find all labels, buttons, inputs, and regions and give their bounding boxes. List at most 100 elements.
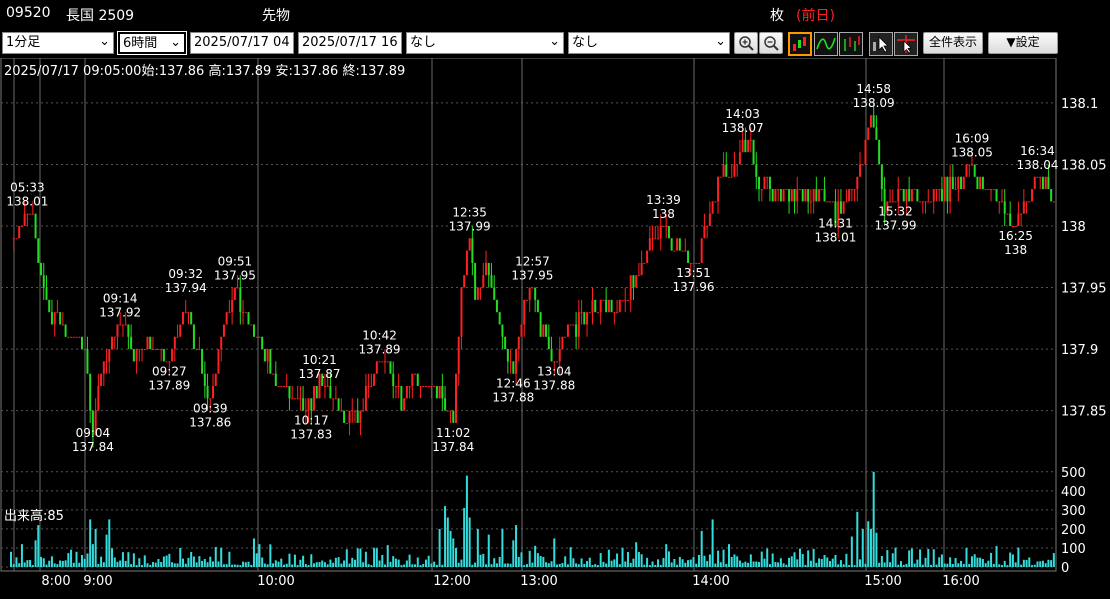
zoom-in-button[interactable] <box>734 32 758 54</box>
candle-body <box>414 373 417 375</box>
volume-bar <box>588 557 591 567</box>
candle-body <box>392 373 395 386</box>
volume-bar <box>228 551 231 567</box>
volume-bar <box>105 534 108 567</box>
volume-bar <box>242 561 245 567</box>
volume-bar <box>471 564 474 567</box>
full-view-button[interactable]: 全件表示 <box>923 32 983 54</box>
volume-bar <box>910 548 913 567</box>
time-tick-label: 14:00 <box>692 574 729 589</box>
volume-bar <box>951 563 954 567</box>
annotation-price: 137.86 <box>189 415 231 429</box>
cursor-tool-button[interactable] <box>869 32 893 56</box>
volume-bar <box>495 563 498 567</box>
annotation-time: 14:31 <box>818 217 853 231</box>
candle-body <box>435 386 438 399</box>
candle-body <box>869 115 872 128</box>
volume-bar <box>790 556 793 567</box>
candle-body <box>708 213 711 226</box>
candle-body <box>889 201 892 203</box>
volume-bar <box>460 559 463 567</box>
candlestick-mode-button[interactable] <box>788 32 812 56</box>
volume-bar <box>1017 547 1020 567</box>
candle-body <box>768 176 771 190</box>
volume-bar <box>351 557 354 567</box>
candle-body <box>621 299 624 301</box>
volume-bar <box>454 547 457 567</box>
bar-mode-button[interactable] <box>839 32 863 56</box>
volume-bar <box>233 564 236 567</box>
candle-body <box>722 164 725 177</box>
volume-bar <box>779 558 782 567</box>
candle-body <box>1006 213 1009 215</box>
candle-body <box>779 189 782 202</box>
annotation-price: 137.88 <box>492 391 534 405</box>
candle-body <box>678 238 681 251</box>
annotation-price: 138.05 <box>951 145 993 159</box>
volume-bar <box>1050 560 1053 567</box>
price-chart[interactable]: 05:33138.0109:04137.8409:14137.9209:2713… <box>0 58 1110 599</box>
volume-bar <box>424 559 427 567</box>
volume-bar <box>430 563 433 567</box>
candle-body <box>913 189 916 191</box>
volume-bar <box>250 564 253 567</box>
candle-body <box>493 287 496 300</box>
candle-body <box>454 373 457 423</box>
volume-bar <box>29 559 32 567</box>
candle-body <box>758 176 761 190</box>
indicator2-select[interactable]: なし ⌄ <box>568 32 730 54</box>
candle-body <box>736 164 739 166</box>
candle-body <box>697 262 700 264</box>
candle-body <box>364 386 367 411</box>
volume-bar <box>564 556 567 567</box>
volume-bar <box>561 563 564 567</box>
volume-bar <box>553 538 556 567</box>
volume-bar <box>872 471 875 567</box>
volume-bar <box>362 562 365 567</box>
candle-body <box>34 213 37 239</box>
volume-bar <box>411 564 414 567</box>
volume-bar <box>607 549 610 567</box>
volume-bar <box>1041 560 1044 567</box>
volume-bar <box>517 556 520 567</box>
volume-bar <box>662 558 665 567</box>
candle-body <box>70 336 73 338</box>
volume-bar <box>146 563 149 567</box>
candle-body <box>384 361 387 363</box>
candle-body <box>411 373 414 386</box>
crosshair-tool-button[interactable] <box>894 32 918 56</box>
volume-bar <box>285 563 288 567</box>
volume-bar <box>919 549 922 567</box>
to-date-field[interactable]: 2025/07/17 16 <box>298 32 402 54</box>
time-tick-label: 9:00 <box>83 574 112 589</box>
candle-body <box>463 275 466 288</box>
candle-body <box>796 189 799 202</box>
volume-bar <box>181 558 184 567</box>
candle-body <box>56 312 59 314</box>
volume-bar <box>820 559 823 567</box>
volume-bar <box>67 553 70 567</box>
candle-body <box>654 238 657 240</box>
candle-body <box>719 176 722 178</box>
candle-body <box>149 336 152 350</box>
volume-bar <box>954 558 957 567</box>
zoom-out-button[interactable] <box>759 32 783 54</box>
volume-bar <box>127 552 130 567</box>
candle-body <box>515 349 518 374</box>
from-date-field[interactable]: 2025/07/17 04 <box>190 32 294 54</box>
annotation-price: 137.99 <box>449 219 491 233</box>
settings-button[interactable]: ▼設定 <box>988 32 1058 54</box>
volume-label: 出来高:85 <box>4 508 64 524</box>
line-mode-button[interactable] <box>814 32 838 56</box>
volume-bar <box>247 561 250 567</box>
interval-select[interactable]: 1分足 ⌄ <box>2 32 114 54</box>
volume-bar <box>703 555 706 567</box>
candle-body <box>356 410 359 423</box>
annotation-time: 11:02 <box>436 426 471 440</box>
volume-bar <box>326 564 329 567</box>
volume-bar <box>534 545 537 567</box>
span-select[interactable]: 6時間 ⌄ <box>117 31 187 55</box>
annotation-price: 137.87 <box>298 367 340 381</box>
candle-body <box>86 349 89 374</box>
indicator1-select[interactable]: なし ⌄ <box>406 32 564 54</box>
